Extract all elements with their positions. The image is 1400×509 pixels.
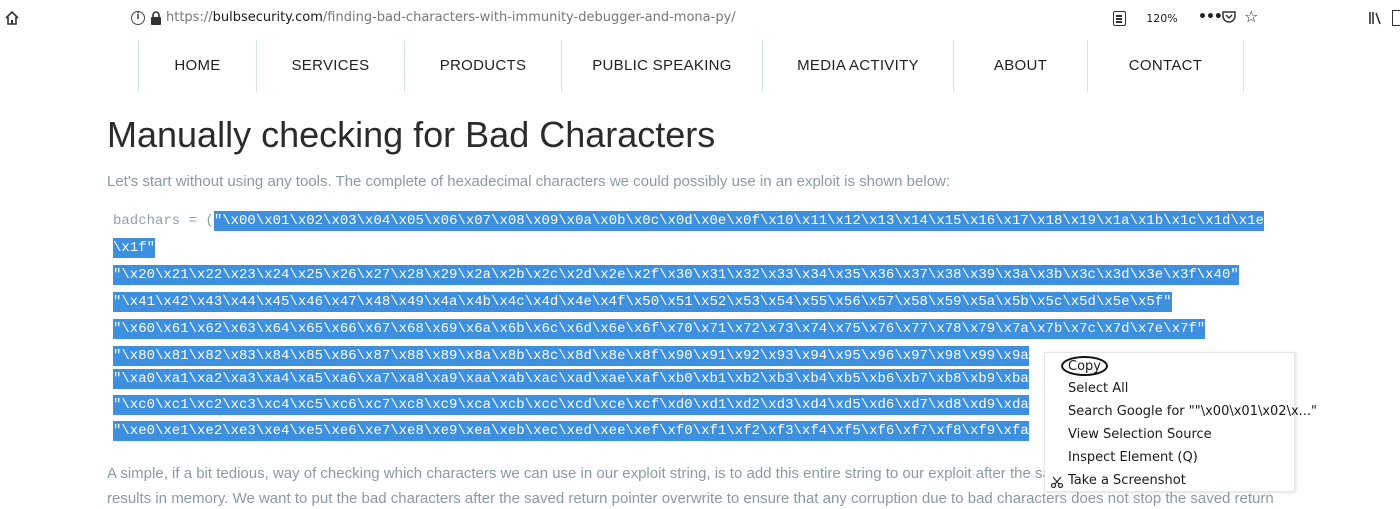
menu-item-inspect-element[interactable]: Inspect Element (Q) xyxy=(1068,448,1198,468)
screenshot-icon xyxy=(1050,476,1064,489)
selected-code[interactable]: "\xa0\xa1\xa2\xa3\xa4\xa5\xa6\xa7\xa8\xa… xyxy=(113,369,1029,389)
code-line[interactable]: "\x80\x81\x82\x83\x84\x85\x86\x87\x88\x8… xyxy=(113,345,1029,367)
nav-public-speaking[interactable]: PUBLIC SPEAKING xyxy=(562,40,763,92)
selected-code[interactable]: "\x00\x01\x02\x03\x04\x05\x06\x07\x08\x0… xyxy=(213,211,1264,231)
nav-contact[interactable]: CONTACT xyxy=(1088,40,1244,92)
intro-paragraph: Let's start without using any tools. The… xyxy=(107,173,951,190)
code-line[interactable]: "\xa0\xa1\xa2\xa3\xa4\xa5\xa6\xa7\xa8\xa… xyxy=(113,368,1029,390)
code-line[interactable]: "\x20\x21\x22\x23\x24\x25\x26\x27\x28\x2… xyxy=(113,264,1239,286)
lock-icon[interactable] xyxy=(150,11,162,25)
selected-code[interactable]: \x1f" xyxy=(113,238,156,258)
code-line[interactable]: badchars = ("\x00\x01\x02\x03\x04\x05\x0… xyxy=(113,210,1264,232)
reader-view-icon[interactable] xyxy=(1113,11,1126,26)
site-navigation: HOME SERVICES PRODUCTS PUBLIC SPEAKING M… xyxy=(138,40,1244,92)
zoom-level[interactable]: 120% xyxy=(1140,10,1184,28)
url-path: /finding-bad-characters-with-immunity-de… xyxy=(322,10,736,25)
selected-code[interactable]: "\x41\x42\x43\x44\x45\x46\x47\x48\x49\x4… xyxy=(113,292,1172,312)
menu-item-select-all[interactable]: Select All xyxy=(1068,379,1128,399)
browser-toolbar: i https://bulbsecurity.com/finding-bad-c… xyxy=(0,0,1400,37)
nav-services[interactable]: SERVICES xyxy=(257,40,405,92)
selected-code[interactable]: "\x20\x21\x22\x23\x24\x25\x26\x27\x28\x2… xyxy=(113,265,1239,285)
bookmark-star-icon[interactable]: ☆ xyxy=(1244,7,1258,26)
article-title: Manually checking for Bad Characters xyxy=(107,114,716,155)
selected-code[interactable]: "\xe0\xe1\xe2\xe3\xe4\xe5\xe6\xe7\xe8\xe… xyxy=(113,421,1029,441)
code-line[interactable]: "\x41\x42\x43\x44\x45\x46\x47\x48\x49\x4… xyxy=(113,291,1172,313)
code-prefix: badchars = ( xyxy=(113,213,214,229)
menu-item-search-google[interactable]: Search Google for ""\x00\x01\x02\x..." xyxy=(1068,402,1317,422)
code-line[interactable]: "\x60\x61\x62\x63\x64\x65\x66\x67\x68\x6… xyxy=(113,318,1206,340)
sidebar-toggle-icon[interactable] xyxy=(1392,10,1400,26)
body-paragraph-line: results in memory. We want to put the ba… xyxy=(107,490,1274,507)
menu-item-view-selection-source[interactable]: View Selection Source xyxy=(1068,425,1212,445)
nav-media-activity[interactable]: MEDIA ACTIVITY xyxy=(763,40,954,92)
code-line[interactable]: "\xe0\xe1\xe2\xe3\xe4\xe5\xe6\xe7\xe8\xe… xyxy=(113,420,1029,442)
url-bar[interactable]: i https://bulbsecurity.com/finding-bad-c… xyxy=(100,4,1280,33)
nav-about[interactable]: ABOUT xyxy=(954,40,1088,92)
url-domain: bulbsecurity.com xyxy=(212,10,323,25)
page-actions-more-icon[interactable]: ••• xyxy=(1198,9,1223,25)
code-line[interactable]: \x1f" xyxy=(113,237,156,259)
info-icon[interactable]: i xyxy=(131,11,145,25)
library-icon[interactable] xyxy=(1368,10,1384,26)
selected-code[interactable]: "\x80\x81\x82\x83\x84\x85\x86\x87\x88\x8… xyxy=(113,346,1029,366)
url-scheme: https:// xyxy=(166,10,213,25)
pocket-icon[interactable] xyxy=(1222,10,1236,24)
body-paragraph-line: A simple, if a bit tedious, way of check… xyxy=(107,465,1075,482)
home-icon[interactable] xyxy=(4,10,20,26)
code-line[interactable]: "\xc0\xc1\xc2\xc3\xc4\xc5\xc6\xc7\xc8\xc… xyxy=(113,394,1029,416)
selected-code[interactable]: "\xc0\xc1\xc2\xc3\xc4\xc5\xc6\xc7\xc8\xc… xyxy=(113,395,1029,415)
nav-home[interactable]: HOME xyxy=(139,40,257,92)
nav-products[interactable]: PRODUCTS xyxy=(405,40,562,92)
url-text[interactable]: https://bulbsecurity.com/finding-bad-cha… xyxy=(166,10,736,25)
context-menu: Copy Select All Search Google for ""\x00… xyxy=(1044,352,1317,492)
menu-item-copy[interactable]: Copy xyxy=(1068,357,1101,377)
selected-code[interactable]: "\x60\x61\x62\x63\x64\x65\x66\x67\x68\x6… xyxy=(113,319,1206,339)
menu-item-take-screenshot[interactable]: Take a Screenshot xyxy=(1068,471,1186,491)
